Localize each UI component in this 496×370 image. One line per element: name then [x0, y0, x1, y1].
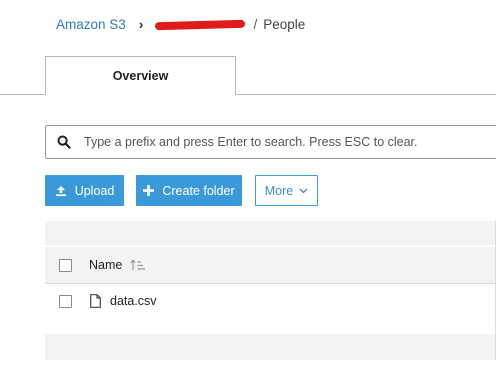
select-all-checkbox[interactable] — [59, 258, 72, 272]
search-icon — [56, 134, 72, 150]
column-header-name[interactable]: Name — [89, 258, 122, 272]
more-button-label: More — [264, 183, 294, 198]
upload-icon — [55, 185, 67, 197]
s3-bucket-page: Amazon S3 › / People Overview Upload — [0, 0, 496, 370]
create-folder-button[interactable]: Create folder — [136, 175, 242, 206]
search-box[interactable] — [45, 125, 496, 159]
breadcrumb: Amazon S3 › / People — [56, 14, 305, 34]
breadcrumb-separator: › — [138, 16, 144, 32]
table-header: Name — [45, 247, 496, 284]
breadcrumb-redacted-bucket[interactable] — [155, 19, 246, 30]
upload-button-label: Upload — [74, 183, 115, 198]
tab-overview[interactable]: Overview — [45, 56, 236, 96]
create-folder-button-label: Create folder — [162, 183, 235, 198]
search-input[interactable] — [84, 135, 496, 149]
breadcrumb-amazon-s3-link[interactable]: Amazon S3 — [56, 17, 126, 32]
upload-button[interactable]: Upload — [45, 175, 124, 206]
plus-icon — [143, 185, 155, 196]
more-button[interactable]: More — [255, 175, 318, 206]
row-checkbox[interactable] — [59, 294, 72, 308]
table-row[interactable]: data.csv — [45, 286, 496, 316]
breadcrumb-current-folder: People — [263, 16, 306, 32]
chevron-down-icon — [299, 188, 308, 194]
tab-overview-label: Overview — [112, 69, 169, 83]
breadcrumb-slash: / — [253, 16, 258, 32]
table-toolbar-band — [45, 221, 496, 245]
table-footer-band — [45, 334, 496, 360]
file-icon — [90, 294, 101, 308]
file-name-link[interactable]: data.csv — [110, 294, 157, 308]
sort-ascending-icon[interactable] — [130, 259, 146, 271]
